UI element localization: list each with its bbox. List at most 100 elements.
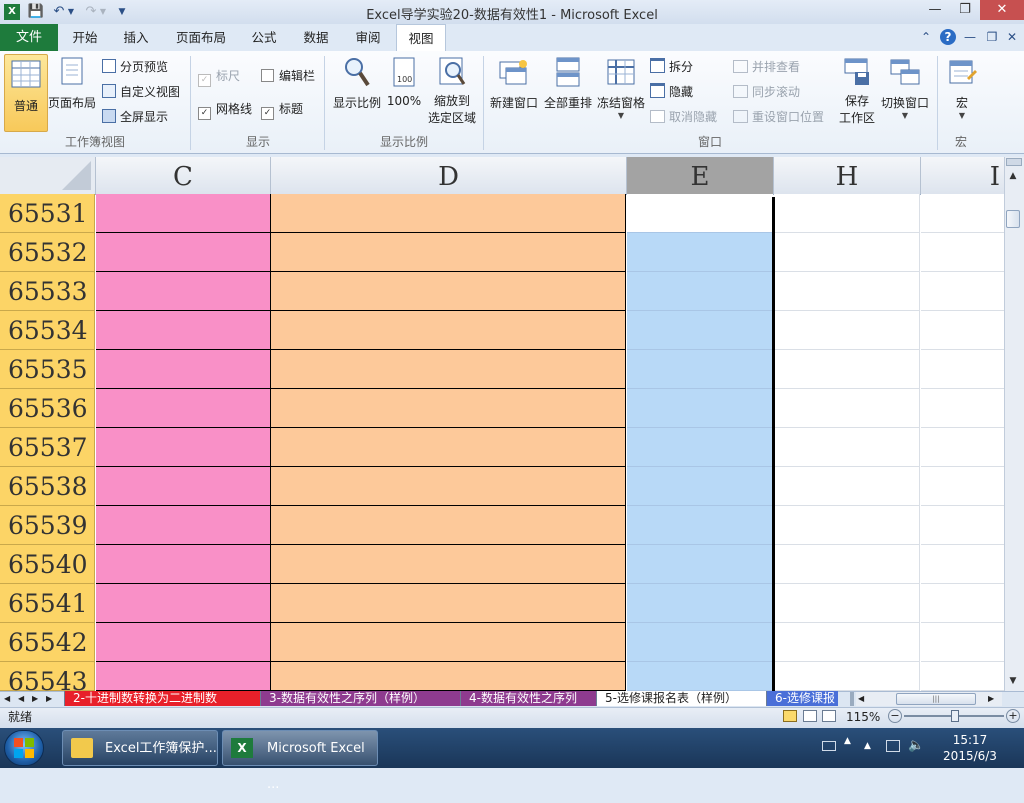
cell-e[interactable] [627, 584, 773, 623]
cell-c[interactable] [96, 350, 271, 389]
new-window-button[interactable]: 新建窗口 [488, 56, 540, 126]
cell-h[interactable] [774, 389, 920, 428]
scroll-down-arrow-icon[interactable]: ▼ [1006, 673, 1020, 689]
cell-c[interactable] [96, 311, 271, 350]
cell-d[interactable] [271, 311, 626, 350]
cell-h[interactable] [774, 311, 920, 350]
system-clock[interactable]: 15:17 2015/6/3 [930, 732, 1010, 764]
tab-insert[interactable]: 插入 [112, 24, 160, 51]
sheet-tab[interactable]: 2-十进制数转换为二进制数 [64, 691, 260, 706]
tab-home[interactable]: 开始 [62, 24, 108, 51]
cell-c[interactable] [96, 389, 271, 428]
cell-e[interactable] [627, 389, 773, 428]
headings-checkbox[interactable]: ✓ 标题 [261, 99, 311, 120]
cell-e[interactable] [627, 428, 773, 467]
cell-e[interactable] [627, 662, 773, 691]
cell-h[interactable] [774, 272, 920, 311]
full-screen-button[interactable]: 全屏显示 [102, 107, 180, 127]
column-header-e[interactable]: E [627, 157, 774, 194]
cell-e[interactable] [627, 194, 773, 233]
cell-c[interactable] [96, 623, 271, 662]
volume-icon[interactable]: 🔈 [908, 738, 924, 753]
cell-i[interactable] [921, 350, 1004, 389]
save-workspace-button[interactable]: 保存 工作区 [835, 56, 879, 126]
row-header[interactable]: 65541 [0, 584, 95, 623]
cell-e[interactable] [627, 623, 773, 662]
gridlines-checkbox[interactable]: ✓ 网格线 [198, 99, 260, 120]
cell-i[interactable] [921, 662, 1004, 691]
first-sheet-icon[interactable]: ◀ [4, 692, 16, 706]
page-layout-status-icon[interactable] [803, 710, 817, 722]
custom-views-button[interactable]: 自定义视图 [102, 82, 186, 102]
switch-windows-button[interactable]: 切换窗口 ▼ [880, 56, 930, 128]
row-header[interactable]: 65533 [0, 272, 95, 311]
taskbar-item-explorer[interactable]: Excel工作簿保护... [62, 730, 218, 766]
input-method-icon[interactable]: ▲ [844, 736, 856, 746]
cell-i[interactable] [921, 428, 1004, 467]
page-break-status-icon[interactable] [822, 710, 836, 722]
cell-i[interactable] [921, 623, 1004, 662]
row-header[interactable]: 65535 [0, 350, 95, 389]
macros-button[interactable]: 宏 ▼ [942, 56, 982, 128]
unhide-button[interactable]: 取消隐藏 [650, 107, 724, 127]
vertical-scrollbar[interactable] [1004, 157, 1024, 691]
cell-c[interactable] [96, 584, 271, 623]
help-icon[interactable]: ? [940, 29, 956, 45]
cell-h[interactable] [774, 623, 920, 662]
redo-dropdown-icon[interactable]: ▼ [98, 3, 108, 21]
cell-h[interactable] [774, 545, 920, 584]
cell-e[interactable] [627, 506, 773, 545]
sheet-tab-active[interactable]: 5-选修课报名表（样例） [596, 691, 766, 706]
cell-h[interactable] [774, 194, 920, 233]
vertical-scroll-thumb[interactable] [1006, 210, 1020, 228]
zoom-in-icon[interactable]: + [1006, 709, 1020, 723]
tab-file[interactable]: 文件 [0, 24, 58, 51]
scroll-left-arrow-icon[interactable]: ◀ [858, 692, 864, 706]
prev-sheet-icon[interactable]: ◀ [18, 692, 30, 706]
ruler-checkbox[interactable]: ✓ 标尺 [198, 66, 258, 87]
row-header[interactable]: 65532 [0, 233, 95, 272]
cell-h[interactable] [774, 662, 920, 691]
cell-d[interactable] [271, 506, 626, 545]
tab-view[interactable]: 视图 [396, 24, 446, 53]
page-break-preview-button[interactable]: 分页预览 [102, 57, 180, 77]
tab-page-layout[interactable]: 页面布局 [166, 24, 236, 51]
sync-scroll-button[interactable]: 同步滚动 [733, 82, 807, 102]
split-button[interactable]: 拆分 [650, 57, 710, 77]
normal-view-status-icon[interactable] [783, 710, 797, 722]
column-header-h[interactable]: H [774, 157, 921, 194]
next-sheet-icon[interactable]: ▶ [32, 692, 44, 706]
cell-d[interactable] [271, 545, 626, 584]
cell-d[interactable] [271, 467, 626, 506]
cell-i[interactable] [921, 233, 1004, 272]
freeze-panes-button[interactable]: 冻结窗格 ▼ [595, 56, 647, 128]
row-header[interactable]: 65531 [0, 194, 95, 233]
cell-i[interactable] [921, 506, 1004, 545]
start-button[interactable] [4, 730, 44, 766]
row-header[interactable]: 65543 [0, 662, 95, 696]
minimize-ribbon-icon[interactable]: ⌃ [918, 29, 934, 45]
tab-review[interactable]: 审阅 [346, 24, 390, 51]
cell-h[interactable] [774, 350, 920, 389]
zoom-slider-thumb[interactable] [951, 710, 959, 722]
hide-button[interactable]: 隐藏 [650, 82, 710, 102]
close-button[interactable]: ✕ [980, 0, 1024, 20]
restore-button[interactable]: ❐ [950, 0, 980, 20]
workbook-close-icon[interactable]: ✕ [1004, 29, 1020, 45]
cell-i[interactable] [921, 584, 1004, 623]
taskbar-item-excel[interactable]: X Microsoft Excel ... [222, 730, 378, 792]
cell-d[interactable] [271, 194, 626, 233]
row-header[interactable]: 65540 [0, 545, 95, 584]
cell-e[interactable] [627, 272, 773, 311]
cell-c[interactable] [96, 545, 271, 584]
tab-split-handle[interactable] [850, 692, 854, 706]
cell-c[interactable] [96, 233, 271, 272]
tab-data[interactable]: 数据 [294, 24, 338, 51]
row-header[interactable]: 65542 [0, 623, 95, 662]
cell-h[interactable] [774, 506, 920, 545]
column-header-d[interactable]: D [271, 157, 627, 194]
horizontal-scroll-thumb[interactable]: ||| [896, 693, 976, 705]
cell-e[interactable] [627, 233, 773, 272]
cell-c[interactable] [96, 506, 271, 545]
cell-d[interactable] [271, 428, 626, 467]
